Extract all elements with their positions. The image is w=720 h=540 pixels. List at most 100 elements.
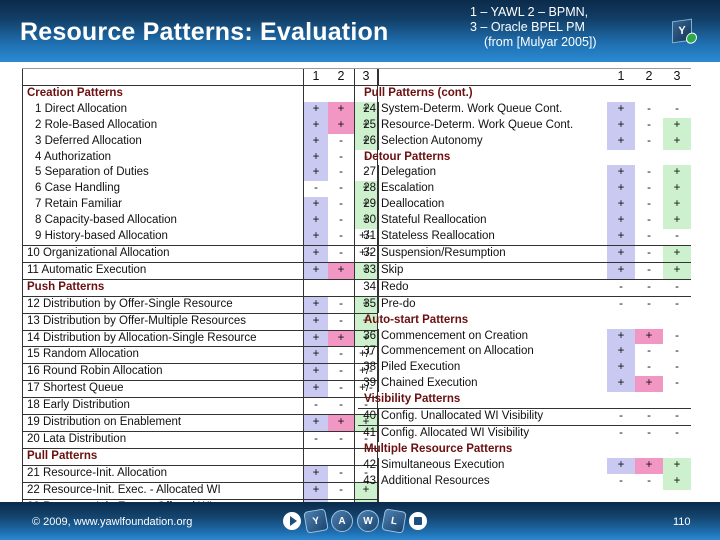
support-value-col2: - (647, 198, 651, 211)
pattern-name: Commencement on Creation (378, 328, 607, 345)
pattern-number: 43 (363, 474, 376, 487)
support-value-col1: + (607, 261, 635, 280)
play-icon (289, 516, 297, 526)
support-value-col1: - (619, 474, 623, 487)
category-label: Push Patterns (22, 278, 304, 297)
column-header-1: 1 (303, 68, 328, 86)
support-value-col3: - (675, 345, 679, 358)
pattern-name: Stateful Reallocation (378, 213, 607, 230)
empty-cell (663, 442, 691, 458)
pattern-name: 11 Automatic Execution (22, 261, 304, 280)
table-row: 26 Selection Autonomy + - + (358, 133, 691, 150)
nav-tile-a[interactable]: A (331, 510, 353, 532)
support-value-col3: - (663, 295, 691, 313)
support-value-col1: + (303, 165, 328, 182)
table-row: 38 Piled Execution + - - (358, 360, 691, 377)
empty-cell (607, 313, 635, 329)
empty-cell (303, 278, 328, 297)
empty-cell (303, 447, 328, 466)
legend-source: (from [Mulyar 2005]) (484, 35, 597, 49)
table-row: 13 Distribution by Offer-Multiple Resour… (22, 312, 378, 330)
support-value-col1: + (303, 244, 328, 263)
pattern-name: Config. Allocated WI Visibility (378, 424, 607, 442)
support-value-col1: + (607, 133, 635, 150)
support-value-col3: - (663, 278, 691, 297)
support-value-col1: + (607, 360, 635, 377)
pattern-number: 26 (363, 134, 376, 147)
empty-cell (635, 150, 663, 166)
pattern-name: Escalation (378, 181, 607, 198)
support-value-col3: - (675, 102, 679, 115)
category-row: Visibility Patterns (358, 392, 691, 408)
table-row: 28 Escalation + - + (358, 181, 691, 198)
support-value-col1: + (303, 149, 328, 166)
table-row: 14 Distribution by Allocation-Single Res… (22, 329, 378, 347)
stop-icon (414, 517, 422, 525)
yawl-logo-icon: Y (672, 18, 697, 45)
slide-title: Resource Patterns: Evaluation (20, 18, 389, 46)
support-value-col3: - (675, 230, 679, 243)
pattern-name: Piled Execution (378, 360, 607, 377)
support-value-col1: + (607, 197, 635, 214)
pattern-number: 27 (363, 166, 376, 179)
empty-cell (303, 84, 328, 102)
support-value-col1: - (303, 397, 328, 415)
category-label: Pull Patterns (cont.) (364, 86, 473, 99)
pattern-name: 13 Distribution by Offer-Multiple Resour… (22, 312, 304, 330)
pattern-name: 9 History-based Allocation (22, 229, 304, 246)
nav-tile-l[interactable]: L (381, 508, 407, 534)
support-value-col2: - (647, 134, 651, 147)
pattern-name: Simultaneous Execution (378, 457, 607, 474)
support-value-col1: + (303, 481, 328, 500)
support-value-col1: + (607, 244, 635, 263)
pattern-number: 37 (363, 345, 376, 358)
support-value-col3: + (663, 261, 691, 280)
support-value-col2: - (339, 230, 343, 243)
category-row: Auto-start Patterns (358, 313, 691, 329)
header-blank-cell (378, 68, 607, 86)
table-row: 24 System-Determ. Work Queue Cont. + - - (358, 101, 691, 118)
nav-tile-y[interactable]: Y (303, 508, 329, 534)
support-value-col1: - (303, 181, 328, 198)
support-value-col1: + (607, 165, 635, 182)
pattern-name: 19 Distribution on Enablement (22, 414, 304, 432)
nav-stop-button[interactable] (409, 512, 427, 530)
table-row: 37 Commencement on Allocation + - - (358, 344, 691, 361)
support-value-col2: + (328, 101, 355, 118)
table-row: 30 Stateful Reallocation + - + (358, 213, 691, 230)
pattern-name: 20 Lata Distribution (22, 430, 304, 449)
pattern-name: 4 Authorization (22, 149, 304, 166)
support-value-col2: - (328, 295, 355, 314)
support-value-col2: - (647, 182, 651, 195)
support-value-col3: + (663, 197, 691, 214)
table-row: 1 Direct Allocation + + + (22, 101, 378, 118)
support-value-col1: + (303, 464, 328, 483)
copyright-text: © 2009, www.yawlfoundation.org (32, 516, 193, 528)
pattern-number: 36 (363, 329, 376, 342)
empty-cell (328, 84, 355, 102)
pattern-name: Resource-Determ. Work Queue Cont. (378, 117, 607, 134)
nav-play-button[interactable] (283, 512, 301, 530)
pattern-name: 14 Distribution by Allocation-Single Res… (22, 329, 304, 347)
pattern-name: System-Determ. Work Queue Cont. (378, 101, 607, 118)
table-row: 40 Config. Unallocated WI Visibility - - - (358, 408, 691, 426)
pattern-name: 21 Resource-Init. Allocation (22, 464, 304, 483)
support-value-col1: + (607, 328, 635, 345)
pattern-number: 35 (358, 295, 379, 313)
support-value-col3: + (663, 165, 691, 182)
page-number: 110 (673, 516, 691, 528)
support-value-col2: - (635, 244, 663, 263)
play-dot-icon (686, 31, 697, 45)
nav-tile-w[interactable]: W (357, 510, 379, 532)
table-row: 43 Additional Resources - - + (358, 473, 691, 490)
category-row: Pull Patterns (22, 447, 378, 466)
column-header-3: 3 (663, 68, 691, 86)
pattern-name: 16 Round Robin Allocation (22, 363, 304, 381)
support-value-col2: - (328, 312, 355, 330)
category-label: Auto-start Patterns (364, 313, 469, 326)
empty-cell (607, 392, 635, 408)
empty-cell (635, 392, 663, 408)
pattern-number: 28 (363, 182, 376, 195)
support-value-col3: - (675, 361, 679, 374)
support-value-col2: - (339, 214, 343, 227)
